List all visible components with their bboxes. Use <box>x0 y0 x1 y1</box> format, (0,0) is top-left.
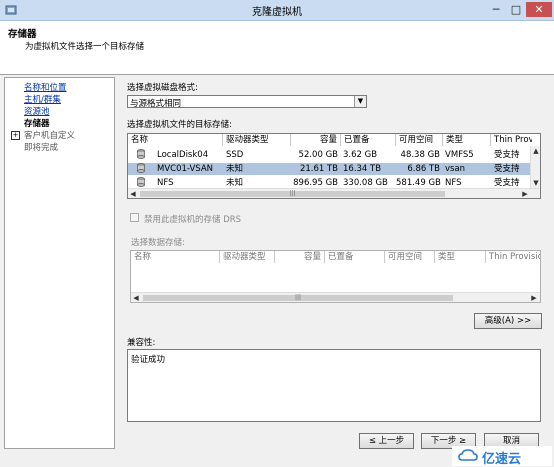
drs-checkbox[interactable] <box>130 213 139 222</box>
column-header-free-space[interactable]: 可用空间 <box>385 251 435 263</box>
cell-capacity: 21.61 TB <box>299 164 338 174</box>
compatibility-value: 验证成功 <box>131 355 166 365</box>
advanced-button[interactable]: 高级(A) >> <box>474 313 542 329</box>
cell-name: MVC01-VSAN <box>157 164 214 174</box>
disk-format-select[interactable]: 与源格式相同 ▼ <box>127 95 367 109</box>
datastore-icon <box>137 149 145 163</box>
nav-item-guest-customization: 客户机自定义 <box>24 131 76 141</box>
disk-format-label: 选择虚拟磁盘格式: <box>127 83 198 93</box>
target-storage-table: 名称 驱动器类型 容量 已置备 可用空间 类型 Thin Prov LocalD… <box>127 133 541 199</box>
scrollbar-thumb[interactable]: ||| <box>140 191 445 197</box>
nav-item-storage: 存储器 <box>24 119 50 129</box>
column-header-capacity[interactable]: 容量 <box>291 134 341 146</box>
scrollbar-thumb[interactable]: ||| <box>143 295 453 301</box>
table-row[interactable]: LocalDisk04 SSD 52.00 GB 3.62 GB 48.38 G… <box>128 149 540 161</box>
target-storage-label: 选择虚拟机文件的目标存储: <box>127 120 232 130</box>
cell-type: VMFS5 <box>445 150 474 160</box>
column-header-thin-provisioning[interactable]: Thin Prov <box>491 134 532 146</box>
scroll-up-icon[interactable]: ▲ <box>531 146 540 156</box>
nav-item-ready-to-complete: 即将完成 <box>24 143 59 153</box>
column-header-free-space[interactable]: 可用空间 <box>396 134 443 146</box>
column-header-drive-type[interactable]: 驱动器类型 <box>223 134 291 146</box>
cell-provisioned: 16.34 TB <box>343 164 382 174</box>
chevron-down-icon[interactable]: ▼ <box>354 96 366 107</box>
column-header-name[interactable]: 名称 <box>128 134 223 146</box>
scroll-left-icon[interactable]: ◀ <box>131 293 141 302</box>
column-header-name[interactable]: 名称 <box>131 251 220 263</box>
back-button[interactable]: ≤ 上一步 <box>359 433 414 449</box>
column-header-type[interactable]: 类型 <box>443 134 491 146</box>
horizontal-scrollbar[interactable]: ◀ ||| ▶ <box>131 292 540 302</box>
scroll-down-icon[interactable]: ▼ <box>531 178 540 188</box>
expand-plus-icon[interactable]: + <box>11 131 20 140</box>
column-header-provisioned[interactable]: 已置备 <box>341 134 396 146</box>
disk-format-value: 与源格式相同 <box>130 99 182 109</box>
cell-capacity: 52.00 GB <box>298 150 338 160</box>
cell-free-space: 48.38 GB <box>400 150 440 160</box>
title-bar: 克隆虚拟机 ─ □ ✕ <box>0 0 554 21</box>
cell-name: LocalDisk04 <box>157 150 209 160</box>
cloud-logo-icon <box>458 449 478 461</box>
page-subtitle: 为虚拟机文件选择一个目标存储 <box>25 42 145 52</box>
watermark: 亿速云 <box>452 446 552 467</box>
wizard-steps-nav: 名称和位置 主机/群集 资源池 存储器 + 客户机自定义 即将完成 <box>4 77 115 449</box>
column-header-type[interactable]: 类型 <box>435 251 486 263</box>
data-storage-label: 选择数据存储: <box>131 238 185 248</box>
data-storage-table: 名称 驱动器类型 容量 已置备 可用空间 类型 Thin Provisioni … <box>130 250 541 303</box>
compatibility-box: 验证成功 <box>127 349 541 422</box>
cell-provisioned: 3.62 GB <box>343 150 378 160</box>
page-title: 存储器 <box>8 29 37 40</box>
cell-type: vsan <box>445 164 466 174</box>
column-header-provisioned[interactable]: 已置备 <box>325 251 385 263</box>
horizontal-scrollbar[interactable]: ◀ ||| ▶ <box>128 188 540 198</box>
close-button[interactable]: ✕ <box>526 2 552 17</box>
minimize-button[interactable]: ─ <box>486 2 506 17</box>
nav-item-resource-pool[interactable]: 资源池 <box>24 105 50 117</box>
cell-thin: 受支持 <box>494 150 520 160</box>
cell-drive-type: 未知 <box>226 164 244 174</box>
vertical-scrollbar[interactable]: ▲ ▼ <box>530 146 540 188</box>
column-header-drive-type[interactable]: 驱动器类型 <box>220 251 275 263</box>
window-title: 克隆虚拟机 <box>252 7 302 18</box>
column-header-capacity[interactable]: 容量 <box>275 251 325 263</box>
scroll-left-icon[interactable]: ◀ <box>128 189 138 198</box>
nav-item-name-location[interactable]: 名称和位置 <box>24 81 67 93</box>
cell-thin: 受支持 <box>494 164 520 174</box>
maximize-button[interactable]: □ <box>506 2 526 17</box>
cell-free-space: 6.86 TB <box>407 164 440 174</box>
wizard-header: 存储器 为虚拟机文件选择一个目标存储 <box>0 21 554 75</box>
datastore-icon <box>137 163 145 177</box>
table-row-selected[interactable]: MVC01-VSAN 未知 21.61 TB 16.34 TB 6.86 TB … <box>128 163 532 175</box>
watermark-text: 亿速云 <box>482 452 522 467</box>
scroll-right-icon[interactable]: ▶ <box>520 189 530 198</box>
compatibility-label: 兼容性: <box>127 338 156 348</box>
column-header-thin-provisioning[interactable]: Thin Provisioni <box>486 251 540 263</box>
nav-item-host-cluster[interactable]: 主机/群集 <box>24 93 61 105</box>
drs-checkbox-label: 禁用此虚拟机的存储 DRS <box>144 215 242 225</box>
cell-drive-type: SSD <box>226 150 244 160</box>
scroll-right-icon[interactable]: ▶ <box>529 293 539 302</box>
